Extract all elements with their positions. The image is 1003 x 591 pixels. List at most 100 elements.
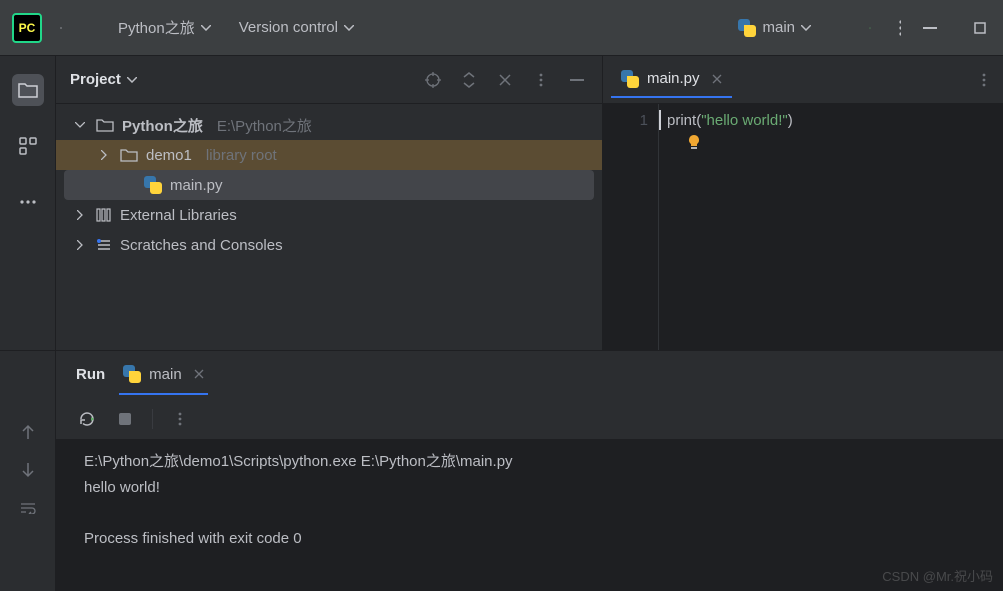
tree-external-libs[interactable]: External Libraries	[56, 200, 602, 230]
rerun-button[interactable]	[76, 408, 98, 430]
editor-options-button[interactable]	[973, 69, 995, 91]
scroll-up-button[interactable]	[17, 421, 39, 443]
tab-close-button[interactable]	[712, 74, 722, 84]
editor-gutter: 1	[603, 104, 659, 350]
tree-label: Python之旅	[122, 115, 203, 136]
folder-icon	[18, 82, 38, 98]
lightbulb-icon	[687, 134, 701, 152]
console-line: Process finished with exit code 0	[84, 526, 975, 552]
tree-label: External Libraries	[120, 207, 237, 224]
expand-icon	[463, 72, 475, 88]
close-icon	[499, 74, 511, 86]
select-opened-file-button[interactable]	[422, 69, 444, 91]
chevron-down-icon	[75, 122, 85, 128]
python-icon	[738, 19, 756, 37]
run-config-label: main	[762, 19, 795, 36]
panel-options-button[interactable]	[530, 69, 552, 91]
run-toolbar	[56, 399, 1003, 439]
play-icon	[839, 20, 841, 36]
intention-bulb[interactable]	[687, 134, 701, 152]
python-icon	[123, 365, 141, 383]
kebab-icon	[539, 73, 543, 87]
chevron-down-icon	[127, 77, 137, 83]
run-options-button[interactable]	[169, 408, 191, 430]
kebab-icon	[982, 73, 986, 87]
panel-close-button[interactable]	[494, 69, 516, 91]
chevron-right-icon	[77, 210, 83, 220]
scroll-down-button[interactable]	[17, 459, 39, 481]
run-tab-close[interactable]	[194, 369, 204, 379]
maximize-icon	[974, 22, 986, 34]
structure-tool-button[interactable]	[12, 130, 44, 162]
minimize-icon	[570, 79, 584, 81]
vcs-label: Version control	[239, 19, 338, 36]
main-area: Project Python之旅 E:\Python之旅 demo1	[0, 56, 1003, 350]
expand-collapse-button[interactable]	[458, 69, 480, 91]
vcs-dropdown[interactable]: Version control	[229, 13, 364, 42]
project-dropdown[interactable]: Python之旅	[108, 11, 221, 44]
tree-root[interactable]: Python之旅 E:\Python之旅	[56, 110, 602, 140]
more-actions-button[interactable]	[889, 17, 911, 39]
editor-body[interactable]: 1 print("hello world!")	[603, 104, 1003, 350]
ellipsis-icon	[20, 200, 36, 204]
maximize-button[interactable]	[969, 17, 991, 39]
arrow-up-icon	[21, 424, 35, 440]
tab-label: main.py	[647, 70, 700, 87]
folder-icon	[96, 118, 114, 132]
scratch-icon	[96, 238, 112, 252]
minimize-icon	[923, 27, 937, 29]
run-button[interactable]	[829, 17, 851, 39]
stop-icon	[118, 412, 132, 426]
stop-button[interactable]	[114, 408, 136, 430]
run-config-dropdown[interactable]: main	[728, 13, 821, 43]
code-area[interactable]: print("hello world!")	[659, 104, 1003, 350]
project-tree: Python之旅 E:\Python之旅 demo1 library root …	[56, 104, 602, 260]
more-tools-button[interactable]	[12, 186, 44, 218]
arrow-down-icon	[21, 462, 35, 478]
left-tool-rail	[0, 56, 56, 350]
panel-hide-button[interactable]	[566, 69, 588, 91]
kebab-icon	[178, 412, 182, 426]
project-tool-button[interactable]	[12, 74, 44, 106]
library-icon	[96, 207, 112, 223]
close-icon	[194, 369, 204, 379]
run-tab-label: main	[149, 366, 182, 383]
project-name-label: Python之旅	[118, 17, 195, 38]
tree-label: demo1	[146, 147, 192, 164]
tree-main-file[interactable]: main.py	[64, 170, 594, 200]
chevron-right-icon	[101, 150, 107, 160]
tree-path: E:\Python之旅	[217, 115, 312, 136]
debug-button[interactable]	[859, 17, 881, 39]
structure-icon	[19, 137, 37, 155]
project-panel-header: Project	[56, 56, 602, 104]
hamburger-icon	[60, 21, 62, 35]
watermark: CSDN @Mr.祝小码	[882, 566, 993, 585]
bug-icon	[869, 19, 871, 37]
python-icon	[621, 70, 639, 88]
caret	[659, 110, 661, 130]
run-tab-main[interactable]: main	[119, 355, 208, 395]
main-menu-button[interactable]	[50, 17, 72, 39]
tree-scratches[interactable]: Scratches and Consoles	[56, 230, 602, 260]
minimize-button[interactable]	[919, 17, 941, 39]
chevron-down-icon	[801, 25, 811, 31]
chevron-right-icon	[77, 240, 83, 250]
console-output[interactable]: E:\Python之旅\demo1\Scripts\python.exe E:\…	[56, 439, 1003, 591]
chevron-down-icon	[201, 25, 211, 31]
tree-label: main.py	[170, 177, 223, 194]
close-icon	[712, 74, 722, 84]
editor-tab-main[interactable]: main.py	[611, 62, 732, 98]
tree-demo1[interactable]: demo1 library root	[56, 140, 602, 170]
editor-tabs: main.py	[603, 56, 1003, 104]
target-icon	[425, 72, 441, 88]
title-bar: PC Python之旅 Version control main	[0, 0, 1003, 56]
run-rail	[0, 351, 56, 591]
separator	[152, 409, 153, 429]
python-icon	[144, 176, 162, 194]
soft-wrap-button[interactable]	[17, 497, 39, 519]
project-panel-title[interactable]: Project	[70, 71, 137, 88]
project-panel: Project Python之旅 E:\Python之旅 demo1	[56, 56, 603, 350]
run-tool-window: Run main E:\Python之旅\demo1\Scripts\pytho…	[0, 350, 1003, 591]
chevron-down-icon	[344, 25, 354, 31]
folder-icon	[120, 148, 138, 162]
